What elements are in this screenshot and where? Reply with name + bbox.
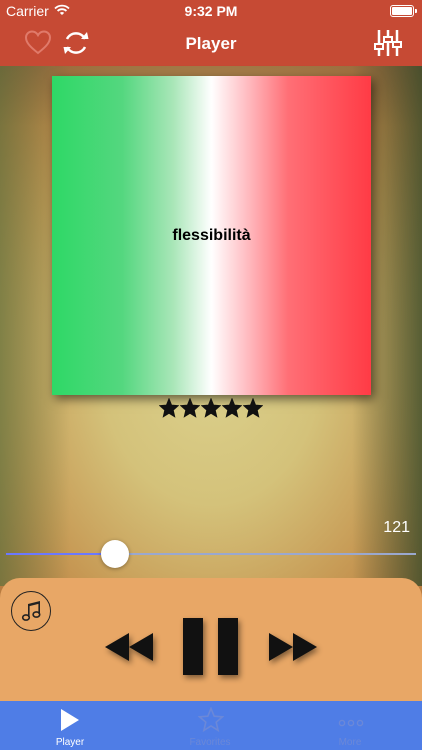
tab-label: Favorites [189,737,231,748]
rating-stars[interactable] [0,398,422,418]
battery-icon [390,5,417,17]
music-note-icon [21,601,41,621]
play-count: 121 [383,519,410,536]
progress-slider-thumb[interactable] [100,540,129,568]
star-icon [198,707,224,733]
status-bar: Carrier 9:32 PM [0,0,422,22]
star-icon[interactable] [159,398,179,418]
tab-more[interactable]: More [280,701,420,750]
more-icon [338,719,364,727]
progress-slider-track[interactable] [6,553,416,555]
album-art: flessibilità [52,76,371,395]
play-icon [61,709,79,731]
tab-favorites[interactable]: Favorites [140,701,280,750]
star-icon[interactable] [222,398,242,418]
album-word: flessibilità [172,227,251,244]
rewind-icon[interactable] [105,631,155,663]
nav-bar: Player [0,22,422,66]
music-note-button[interactable] [11,591,51,631]
star-icon[interactable] [201,398,221,418]
tab-player[interactable]: Player [0,701,140,750]
fast-forward-icon[interactable] [267,631,317,663]
tab-label: More [338,737,362,748]
tab-bar: Player Favorites More [0,701,422,750]
status-time: 9:32 PM [184,3,238,19]
star-icon[interactable] [243,398,263,418]
equalizer-icon[interactable] [374,28,402,58]
star-icon[interactable] [180,398,200,418]
progress-slider-fill [6,553,115,555]
page-title: Player [185,34,237,53]
tab-label: Player [55,737,85,748]
pause-icon[interactable] [182,617,240,677]
